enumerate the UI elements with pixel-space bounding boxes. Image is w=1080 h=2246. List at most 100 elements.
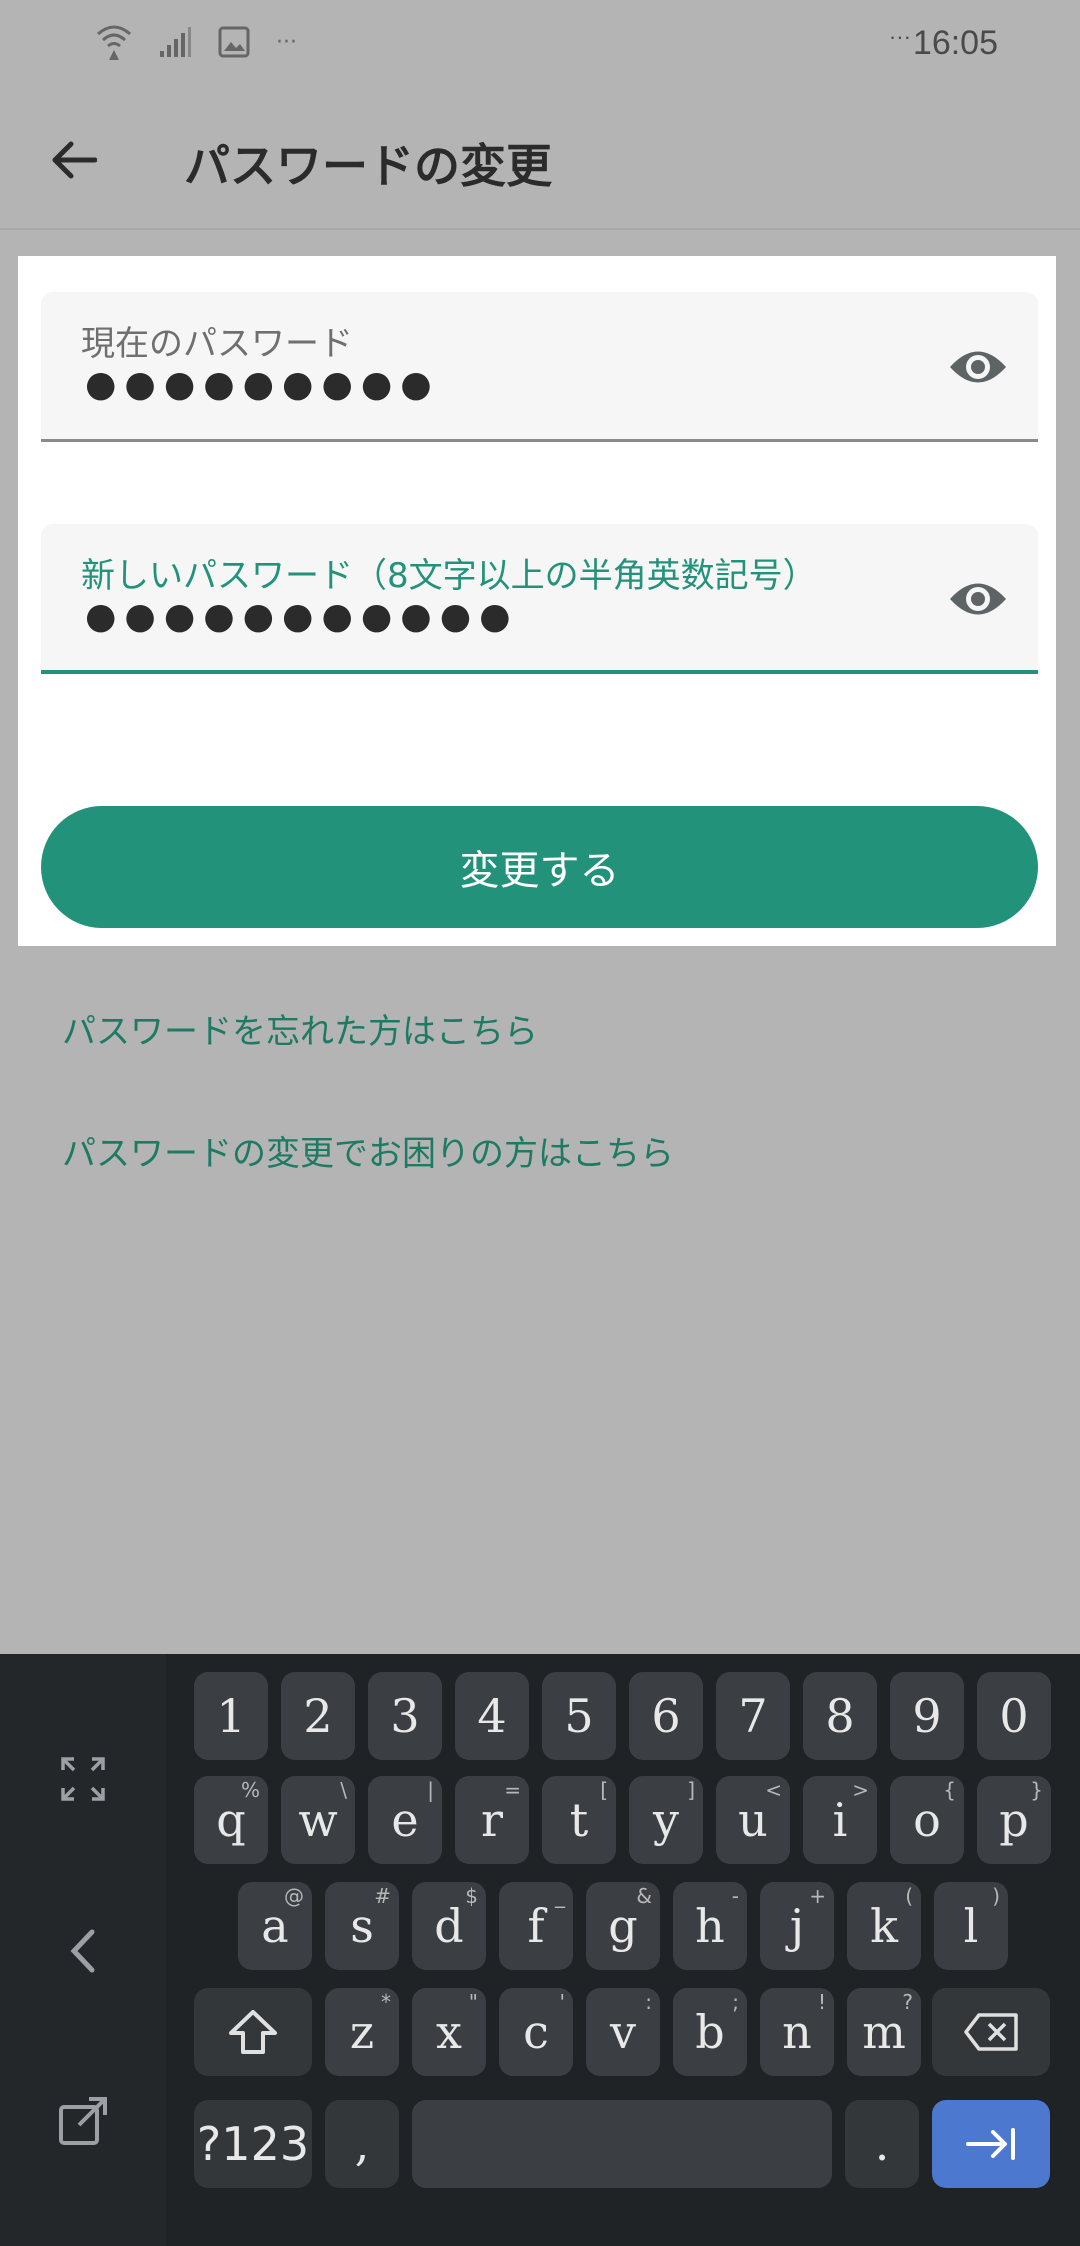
key-alt-label: | bbox=[427, 1778, 434, 1802]
key-alt-label: \ bbox=[340, 1778, 347, 1802]
comma-key[interactable]: , bbox=[325, 2100, 399, 2188]
key-alt-label: > bbox=[852, 1778, 869, 1802]
key-label: t bbox=[569, 1793, 589, 1847]
key-label: i bbox=[832, 1793, 848, 1847]
new-password-field[interactable]: 新しいパスワード（8文字以上の半角英数記号） ●●●●●●●●●●● bbox=[41, 524, 1038, 674]
key-alt-label: ; bbox=[732, 1990, 739, 2014]
signal-icon bbox=[160, 27, 191, 57]
current-password-label: 現在のパスワード bbox=[81, 324, 353, 364]
status-bar: ··· ···16:05 bbox=[0, 0, 1080, 90]
key-label: h bbox=[695, 1899, 725, 1953]
key-4[interactable]: 4 bbox=[455, 1672, 529, 1760]
key-alt-label: < bbox=[765, 1778, 782, 1802]
key-5[interactable]: 5 bbox=[542, 1672, 616, 1760]
eye-icon[interactable] bbox=[948, 574, 1008, 624]
key-alt-label: ] bbox=[687, 1778, 695, 1802]
key-label: 6 bbox=[651, 1689, 681, 1743]
undock-keyboard-button[interactable] bbox=[50, 2088, 116, 2154]
key-label: z bbox=[349, 2005, 375, 2059]
key-c[interactable]: c ' bbox=[499, 1988, 573, 2076]
key-7[interactable]: 7 bbox=[716, 1672, 790, 1760]
key-3[interactable]: 3 bbox=[368, 1672, 442, 1760]
key-t[interactable]: t[ bbox=[542, 1776, 616, 1864]
key-alt-label: @ bbox=[284, 1884, 304, 1908]
key-a[interactable]: a @ bbox=[238, 1882, 312, 1970]
space-key[interactable] bbox=[412, 2100, 832, 2188]
key-s[interactable]: s # bbox=[325, 1882, 399, 1970]
key-q[interactable]: q% bbox=[194, 1776, 268, 1864]
key-label: e bbox=[391, 1793, 419, 1847]
key-i[interactable]: i > bbox=[803, 1776, 877, 1864]
next-key[interactable] bbox=[932, 2100, 1050, 2188]
new-password-label: 新しいパスワード（8文字以上の半角英数記号） bbox=[81, 556, 817, 596]
key-f[interactable]: f _ bbox=[499, 1882, 573, 1970]
key-g[interactable]: g & bbox=[586, 1882, 660, 1970]
key-p[interactable]: p} bbox=[977, 1776, 1051, 1864]
change-password-button[interactable]: 変更する bbox=[41, 806, 1038, 928]
key-w[interactable]: w \ bbox=[281, 1776, 355, 1864]
key-0[interactable]: 0 bbox=[977, 1672, 1051, 1760]
key-alt-label: = bbox=[504, 1778, 521, 1802]
current-password-field[interactable]: 現在のパスワード ●●●●●●●●● bbox=[41, 292, 1038, 442]
key-r[interactable]: r = bbox=[455, 1776, 529, 1864]
key-b[interactable]: b; bbox=[673, 1988, 747, 2076]
status-time-prefix: ··· bbox=[888, 24, 911, 49]
key-9[interactable]: 9 bbox=[890, 1672, 964, 1760]
key-l[interactable]: l) bbox=[934, 1882, 1008, 1970]
key-alt-label: % bbox=[240, 1778, 260, 1802]
key-label: s bbox=[350, 1899, 374, 1953]
key-y[interactable]: y] bbox=[629, 1776, 703, 1864]
key-z[interactable]: z * bbox=[325, 1988, 399, 2076]
key-alt-label: ( bbox=[905, 1884, 913, 1908]
key-label: 0 bbox=[999, 1689, 1029, 1743]
backspace-key[interactable] bbox=[932, 1988, 1050, 2076]
key-8[interactable]: 8 bbox=[803, 1672, 877, 1760]
key-label: k bbox=[870, 1899, 898, 1953]
key-label: 7 bbox=[738, 1689, 768, 1743]
key-label: b bbox=[695, 2005, 725, 2059]
key-6[interactable]: 6 bbox=[629, 1672, 703, 1760]
key-2[interactable]: 2 bbox=[281, 1672, 355, 1760]
key-h[interactable]: h- bbox=[673, 1882, 747, 1970]
eye-icon[interactable] bbox=[948, 342, 1008, 392]
key-label: x bbox=[436, 2005, 462, 2059]
key-label: d bbox=[434, 1899, 464, 1953]
key-label: v bbox=[610, 2005, 636, 2059]
open-external-icon bbox=[59, 2097, 107, 2145]
new-password-value[interactable]: ●●●●●●●●●●● bbox=[85, 596, 519, 637]
key-e[interactable]: e | bbox=[368, 1776, 442, 1864]
image-icon bbox=[218, 26, 250, 58]
key-alt-label: - bbox=[731, 1884, 739, 1908]
key-d[interactable]: d $ bbox=[412, 1882, 486, 1970]
help-link[interactable]: パスワードの変更でお困りの方はこちら bbox=[62, 1126, 674, 1175]
status-icons: ··· bbox=[96, 22, 297, 62]
key-v[interactable]: v: bbox=[586, 1988, 660, 2076]
current-password-value[interactable]: ●●●●●●●●● bbox=[85, 364, 440, 405]
key-o[interactable]: o{ bbox=[890, 1776, 964, 1864]
key-k[interactable]: k( bbox=[847, 1882, 921, 1970]
key-j[interactable]: j + bbox=[760, 1882, 834, 1970]
shift-key[interactable] bbox=[194, 1988, 312, 2076]
key-n[interactable]: n! bbox=[760, 1988, 834, 2076]
back-button[interactable] bbox=[42, 128, 106, 192]
key-x[interactable]: x " bbox=[412, 1988, 486, 2076]
key-alt-label: ? bbox=[902, 1990, 913, 2014]
key-label: , bbox=[354, 2117, 370, 2171]
tab-forward-icon bbox=[966, 2128, 1015, 2160]
status-time: 16:05 bbox=[912, 24, 998, 62]
key-1[interactable]: 1 bbox=[194, 1672, 268, 1760]
expand-keyboard-button[interactable] bbox=[50, 1746, 116, 1812]
key-alt-label: [ bbox=[600, 1778, 608, 1802]
chevron-left-icon bbox=[70, 1929, 95, 1973]
key-label: p bbox=[999, 1793, 1029, 1847]
period-key[interactable]: . bbox=[845, 2100, 919, 2188]
forgot-password-link[interactable]: パスワードを忘れた方はこちら bbox=[62, 1004, 538, 1053]
backspace-icon bbox=[964, 2013, 1018, 2051]
keyboard-back-button[interactable] bbox=[50, 1918, 116, 1984]
key-alt-label: _ bbox=[555, 1884, 565, 1908]
key-m[interactable]: m? bbox=[847, 1988, 921, 2076]
symbols-key[interactable]: ?123 bbox=[194, 2100, 312, 2188]
key-label: w bbox=[298, 1793, 338, 1847]
key-u[interactable]: u < bbox=[716, 1776, 790, 1864]
key-label: . bbox=[874, 2117, 890, 2171]
